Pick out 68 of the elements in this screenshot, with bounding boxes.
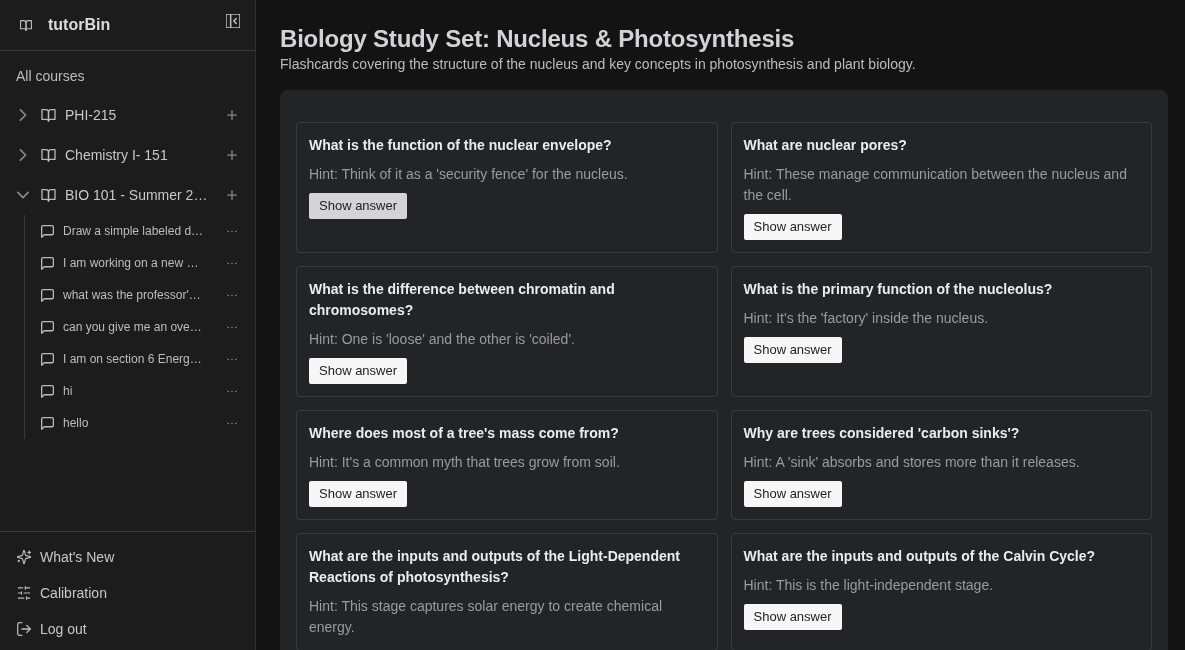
chat-bubble-icon	[41, 256, 54, 270]
more-options-icon[interactable]	[227, 421, 237, 425]
show-answer-button[interactable]: Show answer	[309, 358, 408, 384]
show-answer-button[interactable]: Show answer	[743, 604, 842, 630]
question-text: What is the primary function of the nucleolus?	[743, 280, 1054, 299]
show-answer-button[interactable]: Show answer	[743, 214, 842, 240]
book-icon	[41, 148, 56, 162]
hint-text: Hint: It's the 'factory' inside the nucleus.	[743, 309, 990, 328]
show-answer-button[interactable]: Show answer	[743, 337, 842, 363]
show-answer-button[interactable]: Show answer	[309, 193, 408, 219]
more-options-icon[interactable]	[227, 293, 237, 297]
course-item[interactable]: Chemistry I- 151	[65, 147, 227, 163]
hint-text: Hint: One is 'loose' and the other is 'coiled'.	[309, 330, 576, 349]
more-options-icon[interactable]	[227, 261, 237, 265]
chat-item[interactable]: can you give me an ove…	[63, 320, 227, 334]
chat-bubble-icon	[41, 224, 54, 238]
hint-text: Hint: These manage communication between the nucleus and the cell.	[743, 165, 1128, 205]
page-title: Biology Study Set: Nucleus & Photosynthesis	[280, 24, 796, 54]
course-item[interactable]: BIO 101 - Summer 2…	[65, 187, 227, 203]
sidebar-link[interactable]: What's New	[0, 539, 255, 575]
course-item[interactable]: PHI-215	[65, 107, 227, 123]
sidebar-link[interactable]: Calibration	[0, 575, 255, 611]
show-answer-button[interactable]: Show answer	[743, 481, 842, 507]
page-subtitle: Flashcards covering the structure of the nucleus and key concepts in photosynthesis and plant biology.	[280, 55, 917, 74]
question-text: What is the function of the nuclear envelope?	[309, 136, 613, 155]
logout-icon	[17, 622, 31, 636]
plus-icon[interactable]	[227, 190, 237, 200]
hint-text: Hint: A 'sink' absorbs and stores more than it releases.	[743, 453, 1081, 472]
section-title: All courses	[15, 67, 86, 86]
question-text: What are nuclear pores?	[743, 136, 908, 155]
collapse-sidebar-icon[interactable]	[226, 14, 240, 28]
book-icon	[41, 108, 56, 122]
chat-bubble-icon	[41, 288, 54, 302]
chat-item[interactable]: hello	[63, 416, 227, 430]
book-logo-icon	[20, 19, 32, 31]
more-options-icon[interactable]	[227, 229, 237, 233]
plus-icon[interactable]	[227, 150, 237, 160]
sidebar-link[interactable]: Log out	[0, 611, 255, 647]
more-options-icon[interactable]	[227, 325, 237, 329]
more-options-icon[interactable]	[227, 357, 237, 361]
question-text: Where does most of a tree's mass come from?	[309, 424, 620, 443]
chat-bubble-icon	[41, 384, 54, 398]
chat-bubble-icon	[41, 352, 54, 366]
question-text: What is the difference between chromatin and chromosomes?	[309, 280, 616, 320]
more-options-icon[interactable]	[227, 389, 237, 393]
sliders-icon	[17, 586, 31, 600]
chat-item[interactable]: I am working on a new …	[63, 256, 227, 270]
plus-icon[interactable]	[227, 110, 237, 120]
hint-text: Hint: This is the light-independent stage.	[743, 576, 995, 595]
show-answer-button[interactable]: Show answer	[309, 481, 408, 507]
chat-item[interactable]: I am on section 6 Energ…	[63, 352, 227, 366]
chat-item[interactable]: hi	[63, 384, 227, 398]
chevron-down-icon[interactable]	[17, 189, 29, 201]
hint-text: Hint: Think of it as a 'security fence' for the nucleus.	[309, 165, 629, 184]
chat-bubble-icon	[41, 320, 54, 334]
hint-text: Hint: It's a common myth that trees grow from soil.	[309, 453, 621, 472]
book-icon	[41, 188, 56, 202]
chat-bubble-icon	[41, 416, 54, 430]
hint-text: Hint: This stage captures solar energy to create chemical energy.	[309, 597, 664, 637]
question-text: What are the inputs and outputs of the Light-Dependent Reactions of photosynthesis?	[309, 547, 681, 587]
question-text: Why are trees considered 'carbon sinks'?	[743, 424, 1021, 443]
sparkles-icon	[17, 550, 31, 564]
chevron-right-icon[interactable]	[17, 109, 29, 121]
question-text: What are the inputs and outputs of the Calvin Cycle?	[743, 547, 1097, 566]
chat-item[interactable]: what was the professor'…	[63, 288, 227, 302]
chevron-right-icon[interactable]	[17, 149, 29, 161]
app-name: tutorBin	[48, 16, 112, 34]
chat-item[interactable]: Draw a simple labeled d…	[63, 224, 227, 238]
